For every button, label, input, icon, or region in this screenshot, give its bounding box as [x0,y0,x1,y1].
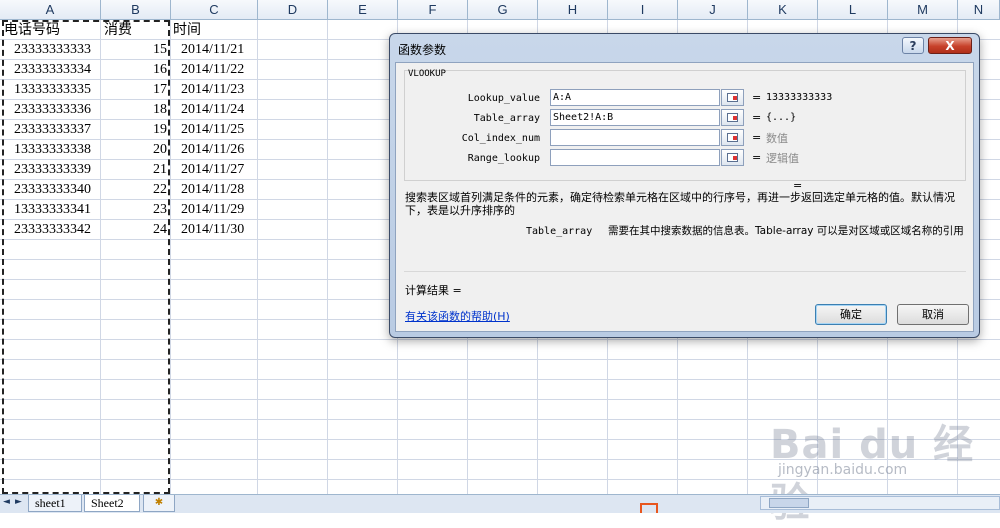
cancel-button[interactable]: 取消 [897,304,969,325]
cell-date[interactable]: 2014/11/23 [181,80,244,100]
range-lookup-input[interactable] [550,149,720,166]
cell-date[interactable]: 2014/11/21 [181,40,244,60]
scrollbar-thumb[interactable] [769,498,809,508]
function-help-link[interactable]: 有关该函数的帮助(H) [405,308,510,324]
column-header-d[interactable]: D [258,0,328,20]
collapse-dialog-button[interactable] [721,109,744,126]
arg-label-range-lookup: Range_lookup [467,153,540,164]
dialog-title: 函数参数 [398,43,447,57]
col-index-num-input[interactable] [550,129,720,146]
column-header-c[interactable]: C [171,0,258,20]
calculation-result: 计算结果 = [405,284,462,297]
function-arguments-dialog: 函数参数 ? X VLOOKUP Lookup_value A:A = 1333… [389,33,980,338]
new-sheet-icon[interactable]: ✱ [143,495,175,512]
arg-label-col-index-num: Col_index_num [461,133,540,144]
baidu-watermark: Bai du 经验 jingyan.baidu.com [770,412,990,526]
collapse-dialog-button[interactable] [721,89,744,106]
arg-label-table-array: Table_array [473,113,540,124]
arg-description-text: 需要在其中搜索数据的信息表。Table-array 可以是对区域或区域名称的引用 [608,225,964,237]
function-description: 搜索表区域首列满足条件的元素，确定待检索单元格在区域中的行序号，再进一步返回选定… [405,191,955,217]
equals-sign: = [752,131,762,144]
cell-date[interactable]: 2014/11/25 [181,120,244,140]
column-header-g[interactable]: G [468,0,538,20]
column-header-f[interactable]: F [398,0,468,20]
gridline [170,20,171,494]
collapse-dialog-button[interactable] [721,129,744,146]
collapse-dialog-button[interactable] [721,149,744,166]
arg-label-lookup-value: Lookup_value [467,93,540,104]
range-select-icon [727,133,738,142]
dialog-body: VLOOKUP Lookup_value A:A = 13333333333 T… [395,62,974,332]
cell-date[interactable]: 2014/11/28 [181,180,244,200]
equals-sign: = [752,91,762,104]
column-header-h[interactable]: H [538,0,608,20]
arg-result: {...} [766,112,797,123]
help-icon[interactable]: ? [902,37,924,54]
arg-result: 13333333333 [766,92,833,103]
cell-date[interactable]: 2014/11/22 [181,60,244,80]
gridline [257,20,258,494]
column-header-e[interactable]: E [328,0,398,20]
divider [404,271,966,272]
last-sheet-icon[interactable]: ► [15,497,22,507]
equals-sign: = [752,151,762,164]
table-array-input[interactable]: Sheet2!A:B [550,109,720,126]
range-select-icon [727,153,738,162]
range-select-icon [727,93,738,102]
copy-selection-marquee [2,20,170,494]
gridline [327,20,328,494]
lookup-value-input[interactable]: A:A [550,89,720,106]
arg-description-name: Table_array [526,226,593,237]
column-header-a[interactable]: A [0,0,101,20]
tab-sheet2[interactable]: Sheet2 [84,495,140,512]
cell-date[interactable]: 2014/11/24 [181,100,244,120]
column-header-b[interactable]: B [101,0,171,20]
sheet-tab-bar: ◄ ► sheet1 Sheet2 ✱ [0,494,1000,513]
first-sheet-icon[interactable]: ◄ [3,497,10,507]
cell-date[interactable]: 2014/11/30 [181,220,244,240]
horizontal-scrollbar[interactable] [760,496,1000,510]
cell-date[interactable]: 2014/11/29 [181,200,244,220]
column-header-j[interactable]: J [678,0,748,20]
column-header-m[interactable]: M [888,0,958,20]
column-header-n[interactable]: N [958,0,1000,20]
cell-date[interactable]: 2014/11/26 [181,140,244,160]
cursor-mark [640,503,658,513]
cell-date[interactable]: 2014/11/27 [181,160,244,180]
equals-sign: = [752,111,762,124]
watermark-url: jingyan.baidu.com [778,462,908,478]
arg-result-hint: 数值 [766,132,788,145]
range-select-icon [727,113,738,122]
column-header-i[interactable]: I [608,0,678,20]
ok-button[interactable]: 确定 [815,304,887,325]
tab-sheet1[interactable]: sheet1 [28,495,82,512]
cell-c1[interactable]: 时间 [173,20,201,40]
column-header-l[interactable]: L [818,0,888,20]
arg-result-hint: 逻辑值 [766,152,799,165]
close-icon[interactable]: X [928,37,972,54]
function-name: VLOOKUP [408,69,446,79]
column-header-k[interactable]: K [748,0,818,20]
